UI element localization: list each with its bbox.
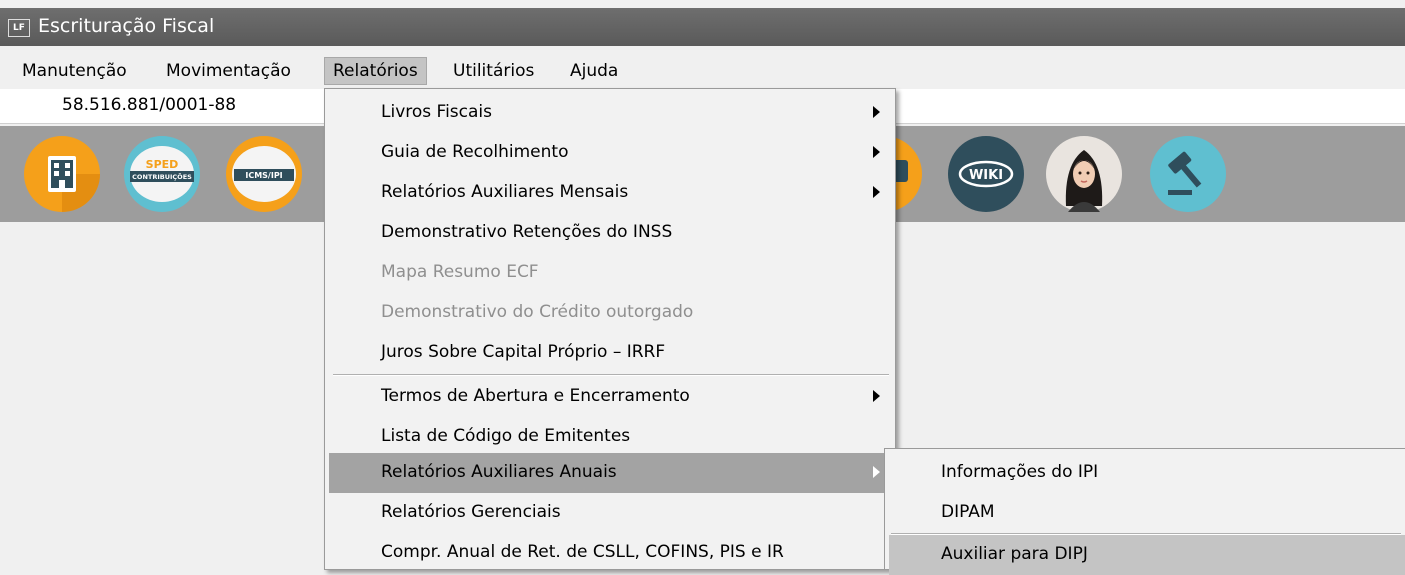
menu-item-label: Termos de Abertura e Encerramento xyxy=(381,386,690,406)
submenu-item-label: Auxiliar para DIPJ xyxy=(941,544,1088,564)
menu-item-label: Guia de Recolhimento xyxy=(381,142,569,162)
menu-item-juros-capital-proprio[interactable]: Juros Sobre Capital Próprio – IRRF xyxy=(329,333,891,373)
company-cnpj: 58.516.881/0001-88 xyxy=(62,95,237,115)
submenu-item-dipam[interactable]: DIPAM xyxy=(889,493,1405,533)
menu-item-label: Mapa Resumo ECF xyxy=(381,262,539,282)
relatorios-anuais-submenu: Informações do IPI DIPAM Auxiliar para D… xyxy=(884,448,1405,575)
menu-relatorios[interactable]: Relatórios xyxy=(324,57,427,85)
submenu-item-label: Informações do IPI xyxy=(941,462,1099,482)
menu-item-label: Relatórios Auxiliares Mensais xyxy=(381,182,629,202)
icms-ipi-icon[interactable]: ICMS/IPI xyxy=(224,134,304,214)
menu-item-relatorios-gerenciais[interactable]: Relatórios Gerenciais xyxy=(329,493,891,533)
submenu-arrow-icon xyxy=(873,106,880,118)
menu-manutencao[interactable]: Manutenção xyxy=(16,59,133,83)
app-icon: LF xyxy=(8,19,30,37)
contribuicoes-label: CONTRIBUIÇÕES xyxy=(132,172,192,181)
menu-item-label: Juros Sobre Capital Próprio – IRRF xyxy=(381,342,666,362)
submenu-arrow-icon xyxy=(873,146,880,158)
window-title: Escrituração Fiscal xyxy=(38,15,215,37)
submenu-item-label: DIPAM xyxy=(941,502,995,522)
menu-item-relatorios-auxiliares-mensais[interactable]: Relatórios Auxiliares Mensais xyxy=(329,173,891,213)
menu-item-guia-recolhimento[interactable]: Guia de Recolhimento xyxy=(329,133,891,173)
sped-contribuicoes-icon[interactable]: SPED CONTRIBUIÇÕES xyxy=(122,134,202,214)
menu-item-label: Relatórios Gerenciais xyxy=(381,502,561,522)
menu-utilitarios[interactable]: Utilitários xyxy=(447,59,540,83)
menu-item-label: Relatórios Auxiliares Anuais xyxy=(381,462,617,482)
sped-label: SPED xyxy=(146,158,179,171)
menu-item-lista-codigo-emitentes[interactable]: Lista de Código de Emitentes xyxy=(329,417,891,457)
menu-item-demonstrativo-inss[interactable]: Demonstrativo Retenções do INSS xyxy=(329,213,891,253)
menu-movimentacao[interactable]: Movimentação xyxy=(160,59,297,83)
menu-item-relatorios-auxiliares-anuais[interactable]: Relatórios Auxiliares Anuais xyxy=(329,453,891,493)
menu-bar: Manutenção Movimentação Relatórios Utili… xyxy=(0,54,1405,88)
wiki-icon[interactable]: WIKI xyxy=(946,134,1026,214)
title-bar: LF Escrituração Fiscal xyxy=(0,8,1405,46)
menu-item-credito-outorgado: Demonstrativo do Crédito outorgado xyxy=(329,293,891,333)
menu-item-termos-abertura[interactable]: Termos de Abertura e Encerramento xyxy=(329,377,891,417)
assistant-avatar-icon[interactable] xyxy=(1044,134,1124,214)
gavel-icon[interactable] xyxy=(1148,134,1228,214)
menu-item-compr-anual-ret[interactable]: Compr. Anual de Ret. de CSLL, COFINS, PI… xyxy=(329,533,891,573)
relatorios-dropdown: Livros Fiscais Guia de Recolhimento Rela… xyxy=(324,88,896,570)
building-icon[interactable] xyxy=(22,134,102,214)
menu-separator xyxy=(333,374,889,376)
menu-item-label: Demonstrativo Retenções do INSS xyxy=(381,222,673,242)
icms-ipi-label: ICMS/IPI xyxy=(245,171,282,180)
submenu-arrow-icon xyxy=(873,186,880,198)
submenu-item-informacoes-ipi[interactable]: Informações do IPI xyxy=(889,453,1405,493)
submenu-arrow-icon xyxy=(873,390,880,402)
submenu-item-auxiliar-dipj[interactable]: Auxiliar para DIPJ xyxy=(889,535,1405,575)
menu-item-label: Compr. Anual de Ret. de CSLL, COFINS, PI… xyxy=(381,542,784,562)
menu-item-mapa-resumo-ecf: Mapa Resumo ECF xyxy=(329,253,891,293)
submenu-arrow-icon xyxy=(873,466,880,478)
menu-item-label: Lista de Código de Emitentes xyxy=(381,426,631,446)
wiki-label: WIKI xyxy=(969,168,1003,183)
menu-item-label: Demonstrativo do Crédito outorgado xyxy=(381,302,694,322)
menu-item-label: Livros Fiscais xyxy=(381,102,492,122)
menu-ajuda[interactable]: Ajuda xyxy=(564,59,624,83)
menu-item-livros-fiscais[interactable]: Livros Fiscais xyxy=(329,93,891,133)
